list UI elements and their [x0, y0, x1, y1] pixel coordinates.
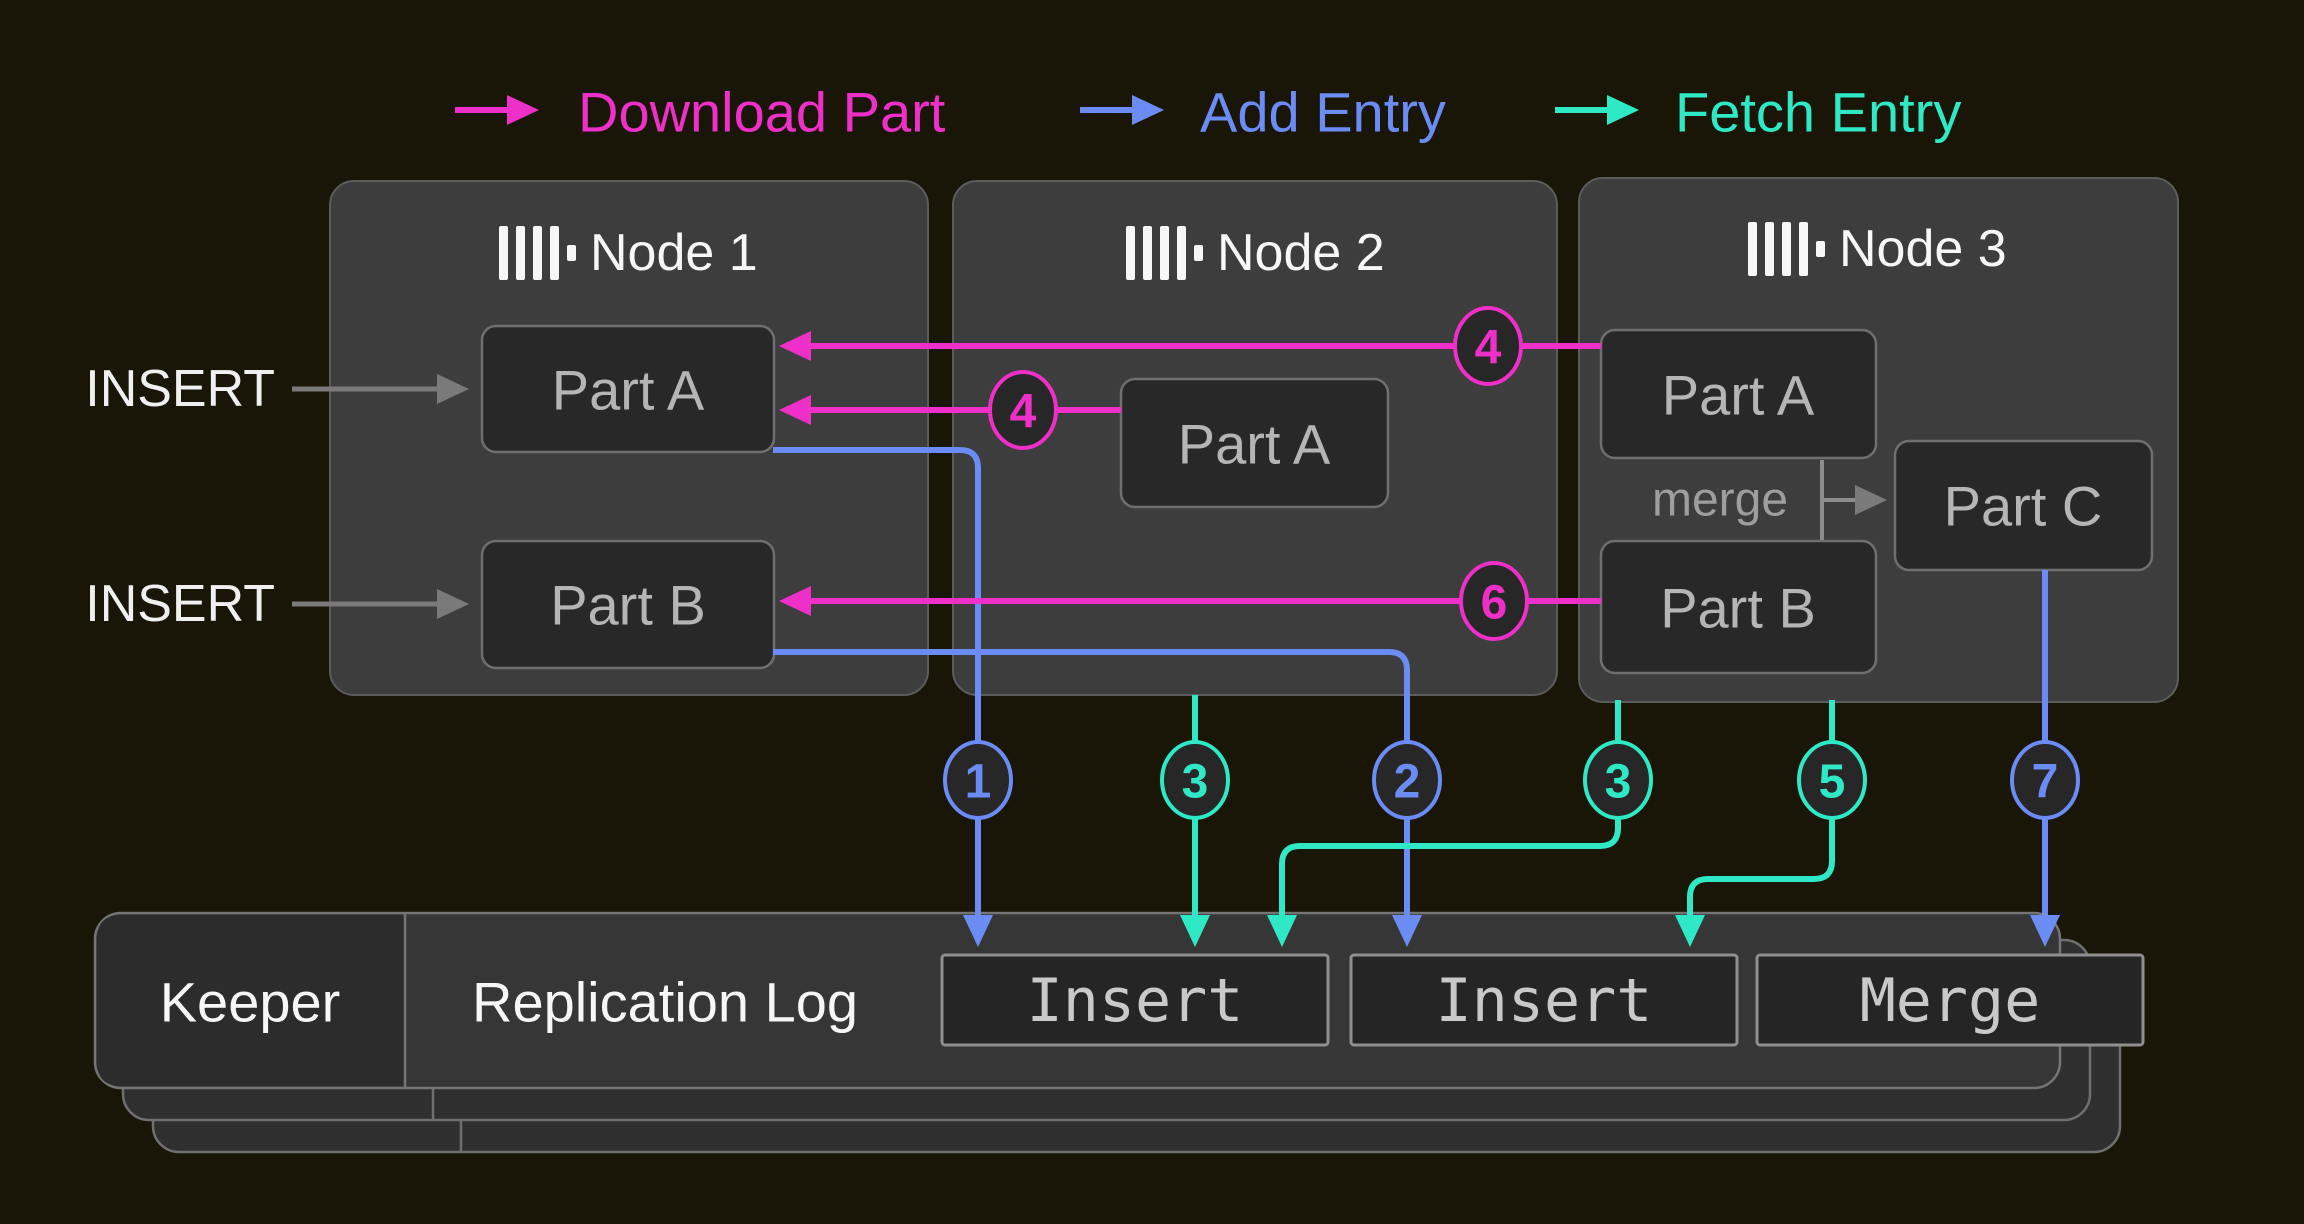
insert-label-a: INSERT	[85, 360, 275, 418]
badge-fetch-5: 5	[1799, 742, 1865, 818]
node-1: Node 1 Part A Part B	[330, 181, 928, 695]
node-2-part-a-label: Part A	[1178, 413, 1331, 476]
badge-download-4-node3-label: 4	[1475, 322, 1502, 375]
log-entry-insert-2-label: Insert	[1436, 966, 1653, 1036]
keeper-label: Keeper	[160, 971, 341, 1034]
badge-fetch-3-node3-label: 3	[1605, 756, 1632, 809]
badge-fetch-3-node3: 3	[1585, 742, 1651, 818]
replication-diagram: Keeper Replication Log Insert Insert Mer…	[0, 0, 2304, 1224]
badge-download-6: 6	[1461, 563, 1527, 639]
replication-log: Keeper Replication Log Insert Insert Mer…	[95, 913, 2143, 1152]
node-3: Node 3 Part A Part C Part B merge	[1579, 178, 2178, 702]
node-3-part-c-label: Part C	[1944, 475, 2103, 538]
log-entry-merge-label: Merge	[1860, 966, 2041, 1036]
fetch-entry-legend-label: Fetch Entry	[1675, 81, 1961, 144]
node-1-part-b-label: Part B	[550, 574, 706, 637]
badge-fetch-3-node2: 3	[1162, 742, 1228, 818]
badge-add-1-label: 1	[965, 756, 992, 809]
download-part-legend-label: Download Part	[578, 81, 946, 144]
node-1-part-a-label: Part A	[552, 359, 705, 422]
legend: Download Part Add Entry Fetch Entry	[455, 81, 1961, 144]
node-3-part-b-label: Part B	[1660, 577, 1816, 640]
badge-add-7-label: 7	[2032, 756, 2059, 809]
badge-fetch-3-node2-label: 3	[1182, 756, 1209, 809]
badge-add-2: 2	[1374, 742, 1440, 818]
badge-download-4-node3: 4	[1455, 308, 1521, 384]
node-3-part-a-label: Part A	[1662, 364, 1815, 427]
badge-add-7: 7	[2012, 742, 2078, 818]
badge-add-2-label: 2	[1394, 756, 1421, 809]
badge-fetch-5-label: 5	[1819, 756, 1846, 809]
log-entry-insert-1-label: Insert	[1027, 966, 1244, 1036]
merge-label: merge	[1652, 474, 1788, 527]
node-3-title: Node 3	[1839, 220, 2007, 278]
node-1-title: Node 1	[590, 224, 758, 282]
add-entry-legend-label: Add Entry	[1200, 81, 1446, 144]
node-2-title: Node 2	[1217, 224, 1385, 282]
badge-download-4-node2-label: 4	[1010, 386, 1037, 439]
replication-log-title: Replication Log	[472, 971, 858, 1034]
insert-label-b: INSERT	[85, 575, 275, 633]
badge-download-4-node2: 4	[990, 372, 1056, 448]
badge-download-6-label: 6	[1481, 577, 1508, 630]
badge-add-1: 1	[945, 742, 1011, 818]
